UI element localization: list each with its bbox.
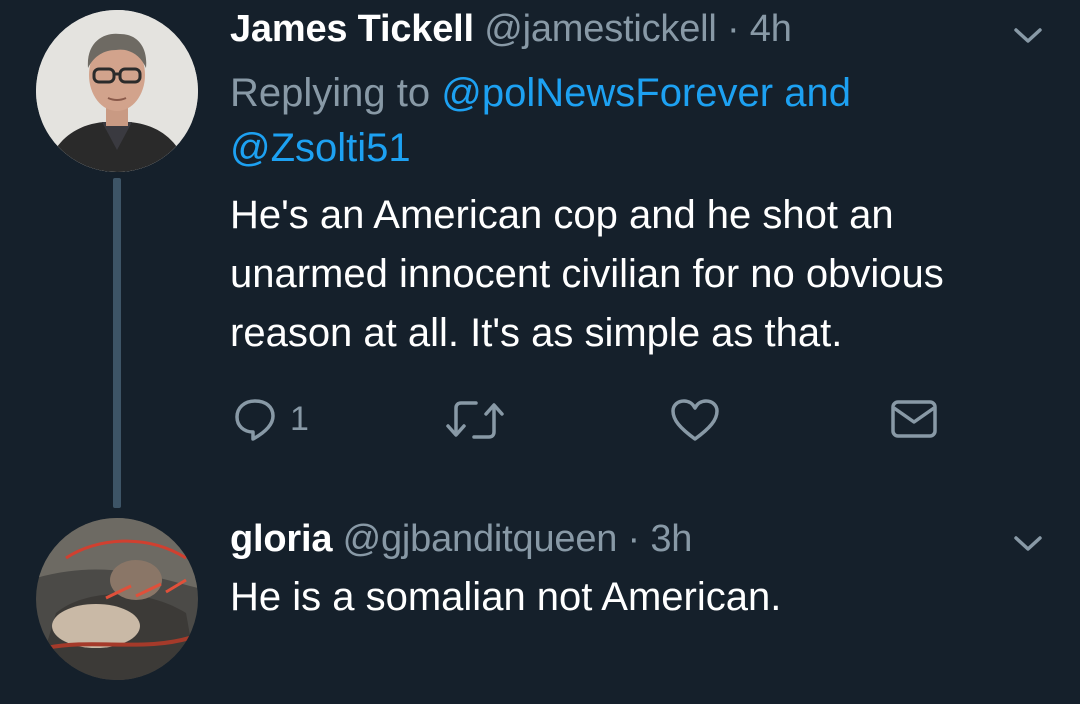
reply-button[interactable]: 1 <box>232 396 309 442</box>
separator-dot: · <box>726 8 740 50</box>
retweet-icon <box>446 401 504 439</box>
tweet-header: gloria @gjbanditqueen · 3h <box>230 518 692 561</box>
reply-icon <box>235 399 275 441</box>
envelope-icon <box>891 400 937 438</box>
user-handle[interactable]: @gjbanditqueen <box>343 518 618 560</box>
heart-icon <box>671 399 719 441</box>
retweet-button[interactable] <box>446 398 504 442</box>
timestamp[interactable]: 4h <box>750 8 792 50</box>
mention-link-polnewsforever[interactable]: @polNewsForever <box>441 71 773 115</box>
chevron-down-icon[interactable] <box>1013 534 1043 554</box>
reply-count: 1 <box>290 399 309 438</box>
display-name[interactable]: gloria <box>230 518 332 560</box>
avatar[interactable] <box>36 518 198 680</box>
replying-and[interactable]: and <box>784 71 851 115</box>
timestamp[interactable]: 3h <box>650 518 692 560</box>
avatar-photo-james <box>36 10 198 172</box>
user-handle[interactable]: @jamestickell <box>484 8 717 50</box>
replying-to-label: Replying to <box>230 71 431 115</box>
tweet-james-tickell[interactable]: James Tickell @jamestickell · 4h Replyin… <box>0 0 1080 520</box>
replying-to: Replying to @polNewsForever and @Zsolti5… <box>230 66 1030 176</box>
thread-connector-line <box>113 178 121 508</box>
direct-message-button[interactable] <box>890 398 938 440</box>
avatar[interactable] <box>36 10 198 172</box>
separator-dot: · <box>627 518 641 560</box>
display-name[interactable]: James Tickell <box>230 8 474 50</box>
like-button[interactable] <box>670 398 720 442</box>
tweet-gloria[interactable]: gloria @gjbanditqueen · 3h He is a somal… <box>0 510 1080 704</box>
tweet-text: He is a somalian not American. <box>230 575 782 619</box>
tweet-header: James Tickell @jamestickell · 4h <box>230 8 792 51</box>
chevron-down-icon[interactable] <box>1013 26 1043 46</box>
avatar-photo-gloria <box>36 518 198 680</box>
tweet-text: He's an American cop and he shot an unar… <box>230 193 944 355</box>
mention-link-zsolti51[interactable]: @Zsolti51 <box>230 126 411 170</box>
